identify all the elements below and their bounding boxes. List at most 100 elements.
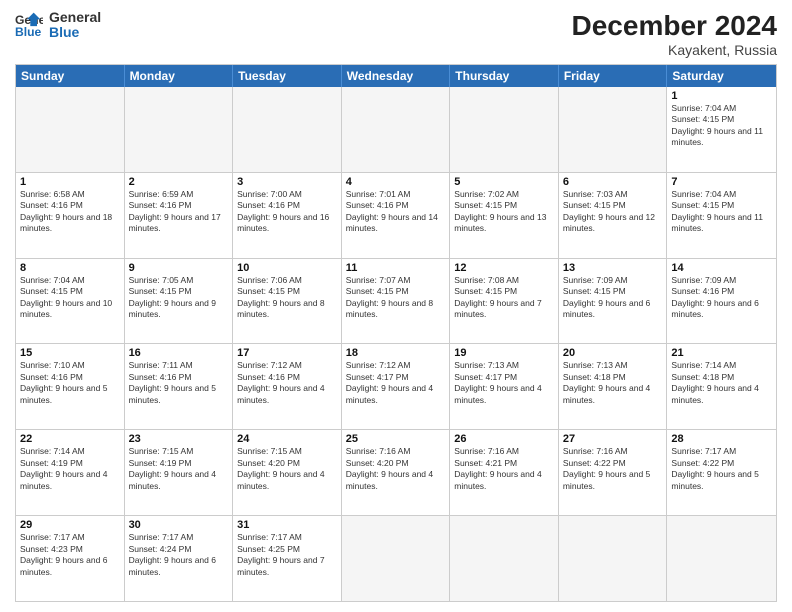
day-number: 15 (20, 347, 120, 359)
calendar-cell: 7 Sunrise: 7:04 AMSunset: 4:15 PMDayligh… (667, 173, 776, 258)
calendar-week-4: 22 Sunrise: 7:14 AMSunset: 4:19 PMDaylig… (16, 429, 776, 515)
header-monday: Monday (125, 65, 234, 87)
calendar-cell: 21 Sunrise: 7:14 AMSunset: 4:18 PMDaylig… (667, 344, 776, 429)
calendar-cell: 26 Sunrise: 7:16 AMSunset: 4:21 PMDaylig… (450, 430, 559, 515)
calendar-cell: 9 Sunrise: 7:05 AMSunset: 4:15 PMDayligh… (125, 259, 234, 344)
day-number: 11 (346, 262, 446, 274)
location-title: Kayakent, Russia (572, 42, 777, 58)
day-number: 31 (237, 519, 337, 531)
cell-details: Sunrise: 7:07 AMSunset: 4:15 PMDaylight:… (346, 275, 433, 319)
calendar-cell: 6 Sunrise: 7:03 AMSunset: 4:15 PMDayligh… (559, 173, 668, 258)
calendar-cell (342, 87, 451, 172)
calendar-cell: 22 Sunrise: 7:14 AMSunset: 4:19 PMDaylig… (16, 430, 125, 515)
calendar: Sunday Monday Tuesday Wednesday Thursday… (15, 64, 777, 602)
page: General Blue General Blue December 2024 … (0, 0, 792, 612)
cell-details: Sunrise: 7:04 AMSunset: 4:15 PMDaylight:… (20, 275, 112, 319)
day-number: 13 (563, 262, 663, 274)
cell-details: Sunrise: 7:17 AMSunset: 4:22 PMDaylight:… (671, 446, 758, 490)
header-saturday: Saturday (667, 65, 776, 87)
header-friday: Friday (559, 65, 668, 87)
logo: General Blue General Blue (15, 10, 101, 41)
cell-details: Sunrise: 7:13 AMSunset: 4:18 PMDaylight:… (563, 360, 650, 404)
day-number: 5 (454, 176, 554, 188)
day-number: 12 (454, 262, 554, 274)
calendar-cell: 1 Sunrise: 7:04 AMSunset: 4:15 PMDayligh… (667, 87, 776, 172)
calendar-cell (559, 516, 668, 601)
day-number: 17 (237, 347, 337, 359)
calendar-cell (450, 516, 559, 601)
cell-details: Sunrise: 7:04 AMSunset: 4:15 PMDaylight:… (671, 103, 763, 147)
cell-details: Sunrise: 7:05 AMSunset: 4:15 PMDaylight:… (129, 275, 216, 319)
cell-details: Sunrise: 7:04 AMSunset: 4:15 PMDaylight:… (671, 189, 763, 233)
day-number: 21 (671, 347, 772, 359)
day-number: 10 (237, 262, 337, 274)
day-number: 2 (129, 176, 229, 188)
calendar-cell: 14 Sunrise: 7:09 AMSunset: 4:16 PMDaylig… (667, 259, 776, 344)
calendar-cell: 11 Sunrise: 7:07 AMSunset: 4:15 PMDaylig… (342, 259, 451, 344)
cell-details: Sunrise: 7:06 AMSunset: 4:15 PMDaylight:… (237, 275, 324, 319)
day-number: 7 (671, 176, 772, 188)
calendar-cell: 3 Sunrise: 7:00 AMSunset: 4:16 PMDayligh… (233, 173, 342, 258)
calendar-cell: 18 Sunrise: 7:12 AMSunset: 4:17 PMDaylig… (342, 344, 451, 429)
day-number: 27 (563, 433, 663, 445)
cell-details: Sunrise: 7:17 AMSunset: 4:25 PMDaylight:… (237, 532, 324, 576)
calendar-cell (667, 516, 776, 601)
header-thursday: Thursday (450, 65, 559, 87)
day-number: 16 (129, 347, 229, 359)
calendar-cell: 30 Sunrise: 7:17 AMSunset: 4:24 PMDaylig… (125, 516, 234, 601)
calendar-cell: 5 Sunrise: 7:02 AMSunset: 4:15 PMDayligh… (450, 173, 559, 258)
cell-details: Sunrise: 7:17 AMSunset: 4:24 PMDaylight:… (129, 532, 216, 576)
title-block: December 2024 Kayakent, Russia (572, 10, 777, 58)
month-title: December 2024 (572, 10, 777, 42)
header-wednesday: Wednesday (342, 65, 451, 87)
cell-details: Sunrise: 7:11 AMSunset: 4:16 PMDaylight:… (129, 360, 216, 404)
day-number: 3 (237, 176, 337, 188)
calendar-cell (559, 87, 668, 172)
day-number: 26 (454, 433, 554, 445)
cell-details: Sunrise: 7:17 AMSunset: 4:23 PMDaylight:… (20, 532, 107, 576)
day-number: 8 (20, 262, 120, 274)
calendar-cell: 25 Sunrise: 7:16 AMSunset: 4:20 PMDaylig… (342, 430, 451, 515)
calendar-week-5: 29 Sunrise: 7:17 AMSunset: 4:23 PMDaylig… (16, 515, 776, 601)
calendar-cell (450, 87, 559, 172)
calendar-cell: 2 Sunrise: 6:59 AMSunset: 4:16 PMDayligh… (125, 173, 234, 258)
calendar-cell: 20 Sunrise: 7:13 AMSunset: 4:18 PMDaylig… (559, 344, 668, 429)
cell-details: Sunrise: 7:12 AMSunset: 4:16 PMDaylight:… (237, 360, 324, 404)
calendar-week-0: 1 Sunrise: 7:04 AMSunset: 4:15 PMDayligh… (16, 87, 776, 172)
cell-details: Sunrise: 7:13 AMSunset: 4:17 PMDaylight:… (454, 360, 541, 404)
calendar-cell (233, 87, 342, 172)
day-number: 30 (129, 519, 229, 531)
svg-text:Blue: Blue (15, 26, 42, 40)
day-number: 14 (671, 262, 772, 274)
calendar-cell: 24 Sunrise: 7:15 AMSunset: 4:20 PMDaylig… (233, 430, 342, 515)
cell-details: Sunrise: 7:12 AMSunset: 4:17 PMDaylight:… (346, 360, 433, 404)
cell-details: Sunrise: 7:15 AMSunset: 4:20 PMDaylight:… (237, 446, 324, 490)
calendar-cell: 16 Sunrise: 7:11 AMSunset: 4:16 PMDaylig… (125, 344, 234, 429)
cell-details: Sunrise: 7:10 AMSunset: 4:16 PMDaylight:… (20, 360, 107, 404)
day-number: 9 (129, 262, 229, 274)
cell-details: Sunrise: 7:02 AMSunset: 4:15 PMDaylight:… (454, 189, 546, 233)
calendar-week-2: 8 Sunrise: 7:04 AMSunset: 4:15 PMDayligh… (16, 258, 776, 344)
calendar-cell: 17 Sunrise: 7:12 AMSunset: 4:16 PMDaylig… (233, 344, 342, 429)
cell-details: Sunrise: 7:00 AMSunset: 4:16 PMDaylight:… (237, 189, 329, 233)
calendar-cell: 13 Sunrise: 7:09 AMSunset: 4:15 PMDaylig… (559, 259, 668, 344)
day-number: 6 (563, 176, 663, 188)
cell-details: Sunrise: 7:09 AMSunset: 4:16 PMDaylight:… (671, 275, 758, 319)
calendar-cell: 4 Sunrise: 7:01 AMSunset: 4:16 PMDayligh… (342, 173, 451, 258)
cell-details: Sunrise: 7:15 AMSunset: 4:19 PMDaylight:… (129, 446, 216, 490)
day-number: 1 (671, 90, 772, 102)
day-number: 4 (346, 176, 446, 188)
calendar-cell: 31 Sunrise: 7:17 AMSunset: 4:25 PMDaylig… (233, 516, 342, 601)
calendar-cell: 15 Sunrise: 7:10 AMSunset: 4:16 PMDaylig… (16, 344, 125, 429)
calendar-cell: 23 Sunrise: 7:15 AMSunset: 4:19 PMDaylig… (125, 430, 234, 515)
header-sunday: Sunday (16, 65, 125, 87)
calendar-week-3: 15 Sunrise: 7:10 AMSunset: 4:16 PMDaylig… (16, 343, 776, 429)
cell-details: Sunrise: 6:58 AMSunset: 4:16 PMDaylight:… (20, 189, 112, 233)
calendar-cell (342, 516, 451, 601)
day-number: 1 (20, 176, 120, 188)
calendar-cell (16, 87, 125, 172)
day-number: 18 (346, 347, 446, 359)
calendar-cell: 27 Sunrise: 7:16 AMSunset: 4:22 PMDaylig… (559, 430, 668, 515)
calendar-cell: 19 Sunrise: 7:13 AMSunset: 4:17 PMDaylig… (450, 344, 559, 429)
calendar-week-1: 1 Sunrise: 6:58 AMSunset: 4:16 PMDayligh… (16, 172, 776, 258)
